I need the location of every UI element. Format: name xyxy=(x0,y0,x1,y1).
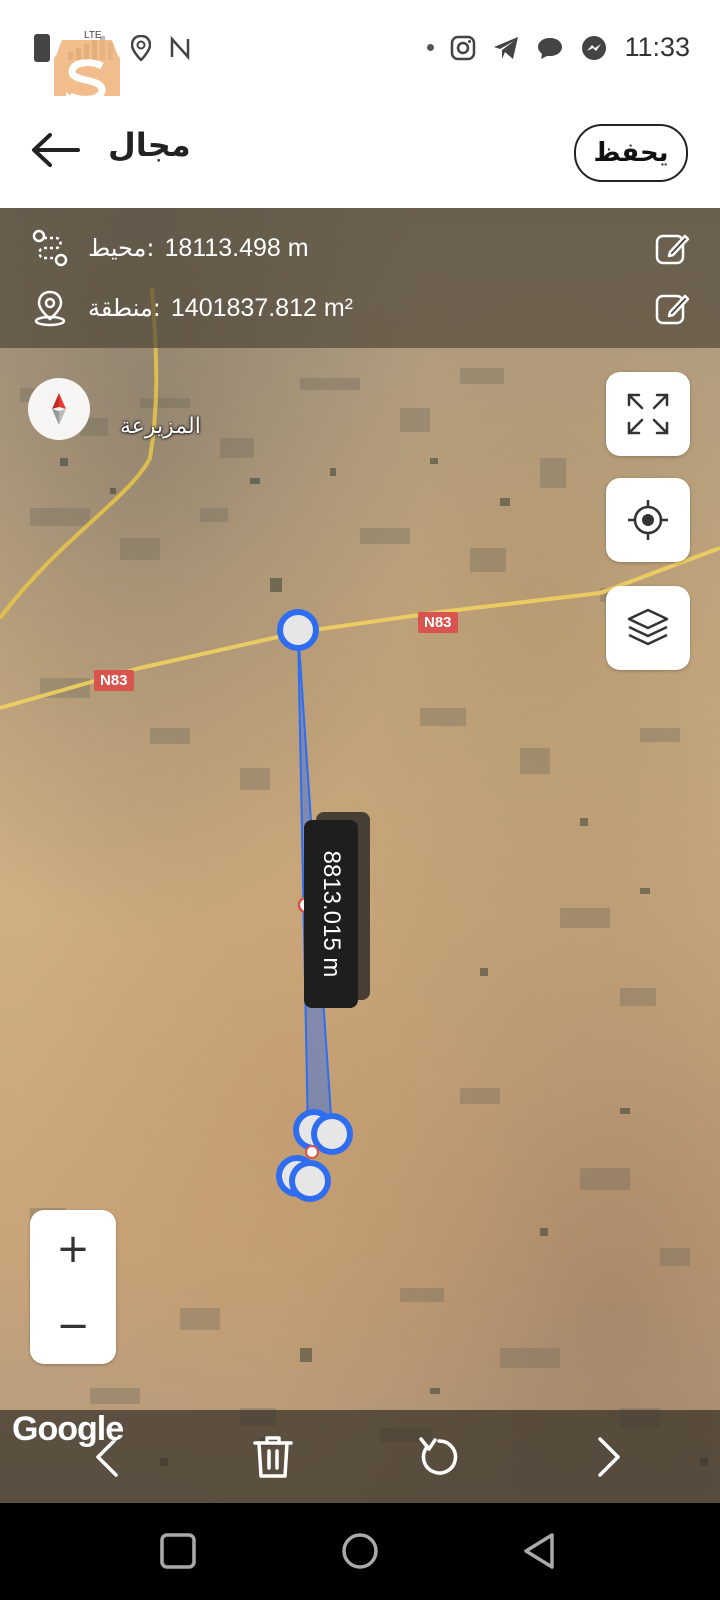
status-right-icons: 11:33 xyxy=(427,32,690,63)
route-icon xyxy=(32,229,68,267)
chevron-right-icon xyxy=(598,1437,620,1477)
segment-length-label: 8813.015 m xyxy=(304,820,358,1008)
area-label: منطقة: xyxy=(88,294,161,322)
layers-icon xyxy=(627,608,669,646)
next-button[interactable] xyxy=(584,1432,634,1482)
save-button[interactable]: يحفظ xyxy=(574,124,688,182)
app-header: مجال يحفظ xyxy=(0,96,720,208)
messenger-icon xyxy=(582,35,607,60)
edit-area-icon[interactable] xyxy=(654,290,690,326)
measurement-panel: محيط: 18113.498 m منطقة: 1401837.812 m² xyxy=(0,208,720,348)
area-row: منطقة: 1401837.812 m² xyxy=(30,288,353,328)
telegram-icon xyxy=(494,36,519,59)
chat-bubble-icon xyxy=(538,37,563,59)
perimeter-label: محيط: xyxy=(88,234,155,262)
perimeter-row: محيط: 18113.498 m xyxy=(30,228,309,268)
crosshair-icon xyxy=(628,500,668,540)
delete-button[interactable] xyxy=(248,1432,298,1482)
road-label-n83-west: N83 xyxy=(94,670,134,691)
compass-button[interactable] xyxy=(28,378,90,440)
page-title: مجال xyxy=(108,126,191,164)
edit-perimeter-icon[interactable] xyxy=(654,230,690,266)
system-nav-bar xyxy=(0,1503,720,1600)
undo-button[interactable] xyxy=(414,1432,464,1482)
perimeter-value: 18113.498 m xyxy=(164,233,309,262)
recents-icon[interactable] xyxy=(158,1531,198,1571)
zoom-controls: + − xyxy=(30,1210,116,1364)
area-value: 1401837.812 m² xyxy=(170,293,353,322)
google-attribution: Google xyxy=(12,1410,124,1448)
clock: 11:33 xyxy=(624,32,690,62)
instagram-icon xyxy=(451,35,476,60)
fullscreen-button[interactable] xyxy=(606,372,690,456)
back-nav-icon[interactable] xyxy=(520,1531,560,1571)
compass-icon xyxy=(52,393,66,425)
trash-icon xyxy=(253,1436,293,1478)
zoom-in-button[interactable]: + xyxy=(30,1210,116,1287)
dot-icon xyxy=(427,44,435,51)
expand-icon xyxy=(627,393,669,435)
segment-length-text: 8813.015 m xyxy=(318,850,345,978)
town-label: المزيرعة xyxy=(120,414,201,439)
map-layers-button[interactable] xyxy=(606,586,690,670)
home-icon[interactable] xyxy=(340,1531,380,1571)
undo-icon xyxy=(419,1437,458,1475)
area-pin-icon xyxy=(34,290,66,327)
my-location-button[interactable] xyxy=(606,478,690,562)
zoom-out-button[interactable]: − xyxy=(30,1287,116,1364)
back-arrow-icon[interactable] xyxy=(28,130,84,170)
road-label-n83-east: N83 xyxy=(418,612,458,633)
nfc-icon xyxy=(170,35,190,61)
